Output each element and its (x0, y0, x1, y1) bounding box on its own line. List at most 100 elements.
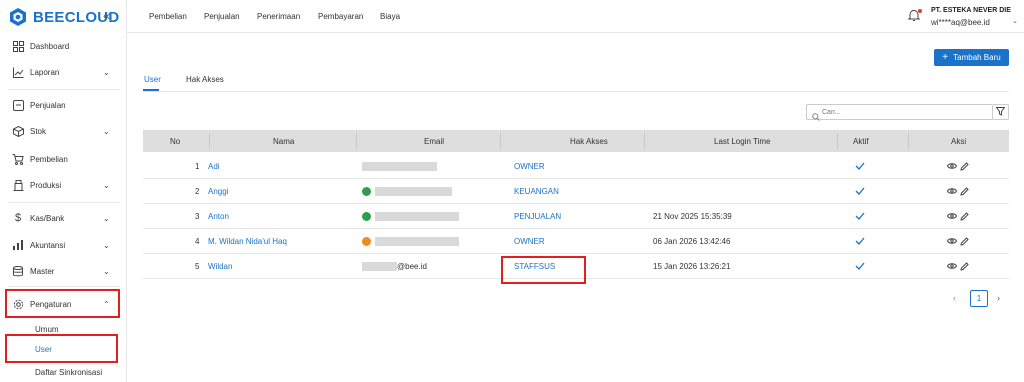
search-icon (812, 108, 820, 121)
active-check-icon (855, 187, 867, 197)
column-separator (209, 133, 210, 149)
email-avatar-icon (362, 187, 371, 196)
col-last-login: Last Login Time (714, 137, 771, 146)
view-eye-icon[interactable] (946, 162, 958, 172)
email-avatar-icon (362, 212, 371, 221)
edit-pencil-icon[interactable] (960, 187, 970, 197)
chevron-down-icon: ⌄ (103, 67, 110, 77)
tab-hak-akses[interactable]: Hak Akses (186, 75, 224, 84)
topnav-penerimaan[interactable]: Penerimaan (257, 12, 300, 21)
edit-pencil-icon[interactable] (960, 162, 970, 172)
pagination-next-icon[interactable]: › (997, 293, 1000, 303)
factory-icon (12, 179, 24, 191)
filter-icon (995, 103, 1006, 121)
collapse-sidebar-icon[interactable]: « (103, 9, 110, 23)
row-nama-link[interactable]: Adi (208, 162, 220, 171)
column-separator (908, 133, 909, 149)
row-nama-link[interactable]: M. Wildan Nida'ul Haq (208, 237, 287, 246)
sidebar-item-dashboard[interactable]: Dashboard (0, 35, 126, 57)
view-eye-icon[interactable] (946, 237, 958, 247)
topnav-biaya[interactable]: Biaya (380, 12, 400, 21)
edit-pencil-icon[interactable] (960, 212, 970, 222)
add-new-label: Tambah Baru (953, 53, 1001, 62)
row-last-login: 21 Nov 2025 15:35:39 (653, 212, 732, 221)
topnav-pembayaran[interactable]: Pembayaran (318, 12, 363, 21)
view-eye-icon[interactable] (946, 262, 958, 272)
sidebar-item-produksi[interactable]: Produksi ⌄ (0, 174, 126, 196)
col-email: Email (424, 137, 445, 146)
topnav-pembelian[interactable]: Pembelian (149, 12, 187, 21)
row-email-redacted (375, 187, 452, 196)
sidebar-item-label: Stok (30, 126, 47, 136)
row-no: 1 (195, 162, 200, 171)
chevron-down-icon: ⌄ (103, 180, 110, 190)
grid-icon (12, 40, 24, 52)
sidebar-item-penjualan[interactable]: Penjualan (0, 94, 126, 116)
row-last-login: 15 Jan 2026 13:26:21 (653, 262, 731, 271)
active-check-icon (855, 212, 867, 222)
receipt-icon (12, 99, 24, 111)
pagination-prev-icon[interactable]: ‹ (953, 293, 956, 303)
active-check-icon (855, 162, 867, 172)
highlight-box-user (5, 334, 118, 363)
table-row: 2 Anggi KEUANGAN (143, 179, 1009, 204)
column-separator (356, 133, 357, 149)
column-separator (644, 133, 645, 149)
col-no: No (170, 137, 181, 146)
sidebar-item-laporan[interactable]: Laporan ⌄ (0, 61, 126, 83)
search-input[interactable] (822, 106, 987, 118)
sidebar-item-pembelian[interactable]: Pembelian (0, 148, 126, 170)
sidebar-item-label: Laporan (30, 67, 60, 77)
cart-icon (12, 153, 24, 165)
table-row: 4 M. Wildan Nida'ul Haq OWNER 06 Jan 202… (143, 229, 1009, 254)
col-hak-akses: Hak Akses (570, 137, 608, 146)
sidebar-item-akuntansi[interactable]: Akuntansi ⌄ (0, 234, 126, 256)
sidebar-divider (8, 286, 120, 287)
row-hak-akses-link[interactable]: OWNER (514, 237, 545, 246)
chevron-down-icon: ⌄ (103, 126, 110, 136)
highlight-box-pengaturan (5, 289, 120, 318)
email-avatar-icon (362, 237, 371, 246)
row-nama-link[interactable]: Wildan (208, 262, 232, 271)
pagination-page[interactable]: 1 (970, 290, 988, 307)
chevron-down-icon: ⌄ (103, 240, 110, 250)
caret-down-icon[interactable]: ⌄ (1012, 17, 1018, 25)
sidebar-item-label: Penjualan (30, 100, 66, 110)
sidebar-item-label: Pembelian (30, 154, 68, 164)
row-hak-akses-link[interactable]: PENJUALAN (514, 212, 561, 221)
edit-pencil-icon[interactable] (960, 237, 970, 247)
beecloud-logo-icon (8, 7, 28, 27)
topnav-penjualan[interactable]: Penjualan (204, 12, 240, 21)
sidebar-item-kas-bank[interactable]: $ Kas/Bank ⌄ (0, 207, 126, 229)
chevron-down-icon: ⌄ (103, 266, 110, 276)
tab-user[interactable]: User (144, 75, 161, 84)
account-email[interactable]: wi****aq@bee.id (931, 18, 990, 27)
app-root: BEECLOUD « Dashboard Laporan ⌄ Penjualan (0, 0, 1024, 382)
row-nama-link[interactable]: Anton (208, 212, 229, 221)
row-hak-akses-link[interactable]: OWNER (514, 162, 545, 171)
view-eye-icon[interactable] (946, 212, 958, 222)
filter-button[interactable] (992, 104, 1009, 120)
column-separator (500, 133, 501, 149)
active-check-icon (855, 262, 867, 272)
add-new-button[interactable]: + Tambah Baru (934, 49, 1009, 66)
sidebar-subitem-daftar-sinkronisasi[interactable]: Daftar Sinkronisasi (35, 368, 102, 377)
sidebar-item-stok[interactable]: Stok ⌄ (0, 120, 126, 142)
edit-pencil-icon[interactable] (960, 262, 970, 272)
view-eye-icon[interactable] (946, 187, 958, 197)
database-icon (12, 265, 24, 277)
row-email-redacted (375, 212, 459, 221)
search-box[interactable] (806, 104, 993, 121)
column-separator (837, 133, 838, 149)
bar-chart-icon (12, 239, 24, 251)
notification-bell-icon[interactable] (907, 9, 922, 23)
row-no: 4 (195, 237, 200, 246)
col-nama: Nama (273, 137, 295, 146)
sidebar-subitem-umum[interactable]: Umum (35, 325, 59, 334)
dollar-icon: $ (14, 212, 22, 224)
row-nama-link[interactable]: Anggi (208, 187, 228, 196)
plus-icon: + (942, 52, 949, 63)
sidebar-item-master[interactable]: Master ⌄ (0, 260, 126, 282)
row-hak-akses-link[interactable]: KEUANGAN (514, 187, 559, 196)
chart-line-icon (12, 66, 24, 78)
